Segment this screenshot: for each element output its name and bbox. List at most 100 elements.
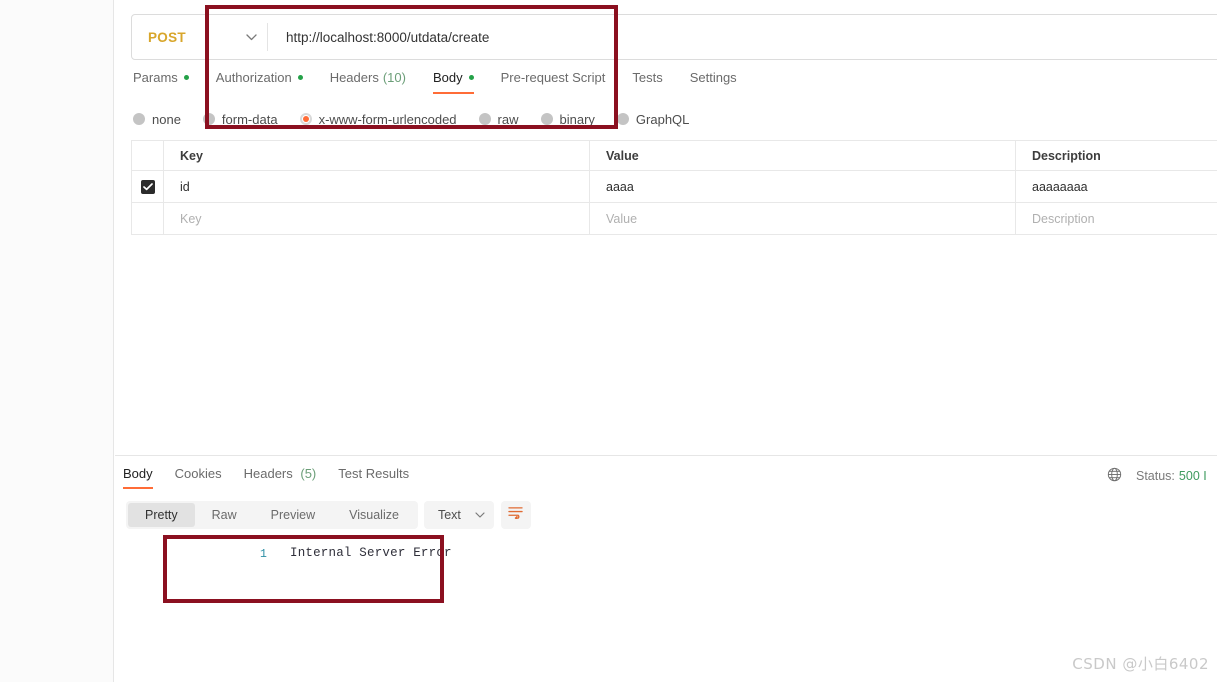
response-view-toolbar: Pretty Raw Preview Visualize Text: [126, 501, 531, 529]
table-row[interactable]: id aaaa aaaaaaaa: [132, 171, 1217, 203]
http-method-selector[interactable]: POST: [132, 15, 235, 59]
row-checkbox-cell[interactable]: [132, 171, 164, 202]
body-type-radio-group: none form-data x-www-form-urlencoded raw…: [133, 108, 711, 130]
tab-headers-count: (10): [382, 70, 406, 85]
response-tab-test-results[interactable]: Test Results: [338, 466, 409, 489]
response-tab-body[interactable]: Body: [123, 466, 153, 489]
watermark-text: CSDN @小白6402: [1072, 655, 1209, 673]
table-header-description-cell: Description: [1016, 141, 1217, 170]
radio-none[interactable]: none: [133, 112, 181, 127]
radio-form-data[interactable]: form-data: [202, 111, 278, 127]
tab-settings[interactable]: Settings: [690, 70, 737, 94]
row-value-value: aaaa: [606, 179, 634, 194]
radio-form-data-icon: [202, 113, 215, 125]
globe-icon: [1107, 467, 1122, 485]
tab-headers[interactable]: Headers (10): [330, 70, 406, 94]
response-tab-body-label: Body: [123, 466, 153, 481]
method-chevron-down-icon[interactable]: [235, 15, 267, 59]
response-pane: Body Cookies Headers (5) Test Results St…: [115, 456, 1217, 682]
radio-binary[interactable]: binary: [540, 111, 595, 127]
column-header-description: Description: [1032, 148, 1101, 163]
radio-none-label: none: [152, 111, 181, 127]
tab-settings-label: Settings: [689, 70, 737, 85]
table-placeholder-row[interactable]: Key Value Description: [132, 203, 1217, 235]
radio-binary-icon: [540, 113, 553, 125]
placeholder-description-cell[interactable]: Description: [1016, 203, 1217, 234]
format-chevron-down-icon: [475, 512, 485, 518]
response-tab-headers-count: (5): [300, 466, 317, 481]
http-method-label: POST: [148, 29, 186, 45]
radio-raw-label: raw: [497, 111, 519, 127]
response-format-value: Text: [437, 508, 461, 522]
url-bar: POST http://localhost:8000/utdata/create: [131, 14, 1217, 60]
view-mode-visualize[interactable]: Visualize: [332, 503, 416, 527]
radio-x-www-form-urlencoded-label: x-www-form-urlencoded: [318, 111, 457, 127]
status-label: Status:: [1136, 469, 1175, 483]
placeholder-key-text: Key: [180, 211, 202, 226]
table-header-check-cell: [132, 141, 164, 170]
tab-body[interactable]: Body: [432, 70, 474, 94]
table-header-row: Key Value Description: [132, 141, 1217, 171]
row-description-value: aaaaaaaa: [1032, 179, 1088, 194]
tab-authorization-label: Authorization: [215, 70, 292, 85]
placeholder-value-text: Value: [606, 211, 638, 226]
table-header-key-cell: Key: [164, 141, 590, 170]
row-checkbox-checked-icon[interactable]: [140, 179, 155, 194]
tab-params-label: Params: [133, 70, 178, 85]
url-input[interactable]: http://localhost:8000/utdata/create: [268, 15, 1217, 59]
postman-window: POST http://localhost:8000/utdata/create…: [0, 0, 1217, 682]
table-header-value-cell: Value: [590, 141, 1016, 170]
status-code-value: 500 I: [1178, 469, 1207, 483]
response-tab-cookies[interactable]: Cookies: [175, 466, 222, 489]
view-mode-raw[interactable]: Raw: [195, 503, 254, 527]
body-modified-dot-icon: [468, 75, 474, 80]
params-modified-dot-icon: [183, 75, 189, 80]
row-key-cell[interactable]: id: [164, 171, 590, 202]
radio-form-data-label: form-data: [221, 111, 278, 127]
response-status: Status: 500 I: [1107, 467, 1217, 485]
tab-tests[interactable]: Tests: [632, 70, 662, 94]
response-tab-test-results-label: Test Results: [338, 466, 410, 481]
placeholder-description-text: Description: [1032, 211, 1095, 226]
response-tab-headers-label: Headers: [243, 466, 293, 481]
row-key-value: id: [180, 179, 190, 194]
code-line-number: 1: [260, 548, 267, 561]
column-header-key: Key: [180, 148, 203, 163]
response-tabs: Body Cookies Headers (5) Test Results: [123, 466, 431, 489]
tab-pre-request-script[interactable]: Pre-request Script: [501, 70, 606, 94]
response-tab-cookies-label: Cookies: [174, 466, 222, 481]
radio-x-www-form-urlencoded-icon: [299, 113, 312, 125]
placeholder-checkbox-cell[interactable]: [132, 203, 164, 234]
row-value-cell[interactable]: aaaa: [590, 171, 1016, 202]
radio-graphql-label: GraphQL: [635, 111, 690, 127]
request-tabs: Params Authorization Headers (10) Body P…: [133, 70, 764, 100]
radio-graphql[interactable]: GraphQL: [616, 111, 690, 127]
tab-params[interactable]: Params: [133, 70, 189, 94]
tab-body-label: Body: [432, 70, 463, 85]
radio-x-www-form-urlencoded[interactable]: x-www-form-urlencoded: [299, 111, 457, 127]
radio-none-icon: [133, 113, 145, 125]
placeholder-key-cell[interactable]: Key: [164, 203, 590, 234]
response-view-mode-group: Pretty Raw Preview Visualize: [126, 501, 418, 529]
authorization-modified-dot-icon: [297, 75, 303, 80]
view-mode-pretty[interactable]: Pretty: [128, 503, 195, 527]
word-wrap-toggle-button[interactable]: [500, 501, 531, 529]
radio-binary-label: binary: [559, 111, 595, 127]
view-mode-preview[interactable]: Preview: [254, 503, 332, 527]
response-tab-headers[interactable]: Headers (5): [244, 466, 317, 489]
radio-raw[interactable]: raw: [478, 111, 519, 127]
left-sidebar-rail: [0, 0, 114, 682]
request-pane: POST http://localhost:8000/utdata/create…: [115, 0, 1217, 455]
response-format-select[interactable]: Text: [423, 501, 494, 529]
placeholder-value-cell[interactable]: Value: [590, 203, 1016, 234]
row-description-cell[interactable]: aaaaaaaa: [1016, 171, 1217, 202]
tab-headers-label: Headers: [329, 70, 379, 85]
tab-pre-request-script-label: Pre-request Script: [500, 70, 606, 85]
response-body-code[interactable]: 1 Internal Server Error: [115, 540, 1217, 660]
column-header-value: Value: [606, 148, 639, 163]
radio-graphql-icon: [616, 113, 629, 125]
code-line-text: Internal Server Error: [290, 546, 452, 560]
radio-raw-icon: [478, 113, 491, 125]
tab-authorization[interactable]: Authorization: [216, 70, 303, 94]
body-params-table: Key Value Description id aaaa aaaaaaaa K…: [131, 140, 1217, 235]
